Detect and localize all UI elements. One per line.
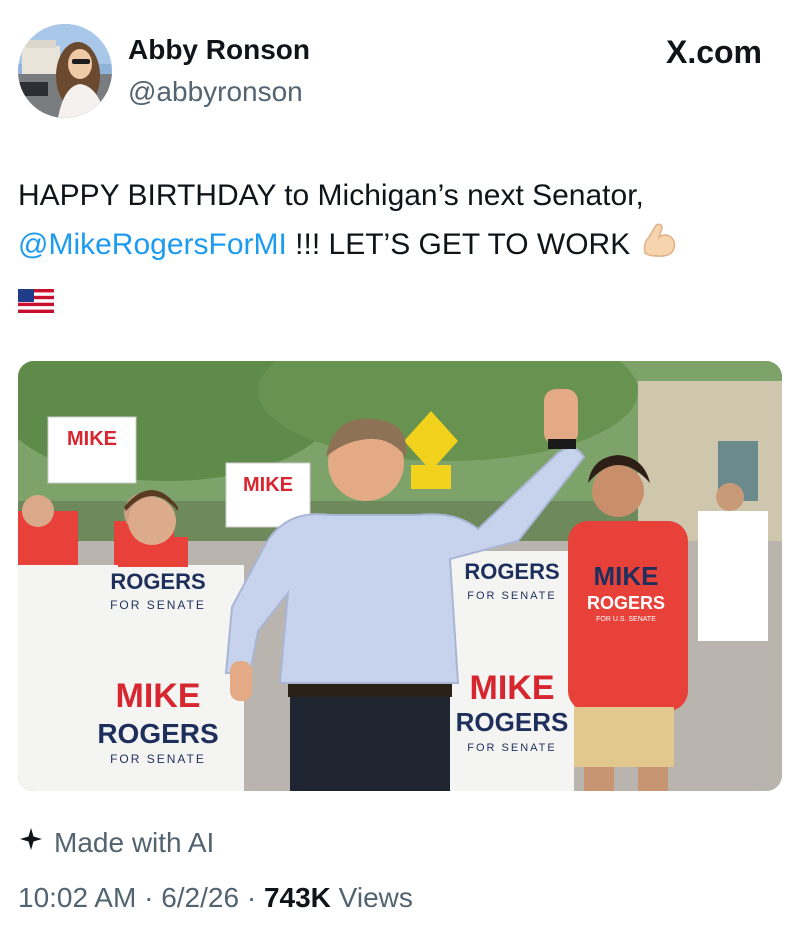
banner-left-rogers-2: ROGERS — [97, 718, 218, 749]
banner-left-for-senate-2: FOR SENATE — [110, 752, 206, 766]
tweet-text-part2: !!! LET’S GET TO WORK — [286, 227, 639, 261]
tweet-meta: 10:02 AM · 6/2/26 · 743K Views — [18, 882, 413, 914]
tweet-text-part1: HAPPY BIRTHDAY to Michigan’s next Senato… — [18, 179, 644, 212]
tweet-date[interactable]: 6/2/26 — [161, 882, 239, 913]
banner-left-for-senate: FOR SENATE — [110, 598, 206, 612]
banner-right-for-senate-2: FOR SENATE — [467, 742, 556, 754]
shirt-mike: MIKE — [594, 561, 659, 591]
bg-sign-mike-1: MIKE — [67, 428, 117, 450]
ai-label[interactable]: Made with AI — [18, 826, 214, 859]
site-logo: X.com — [665, 34, 762, 70]
avatar[interactable] — [18, 24, 112, 118]
shirt-for-us-senate: FOR U.S. SENATE — [596, 616, 656, 623]
shirt-rogers: ROGERS — [587, 593, 665, 613]
banner-left-mike: MIKE — [116, 677, 201, 715]
banner-right-mike: MIKE — [470, 669, 555, 707]
ai-label-text: Made with AI — [54, 826, 215, 858]
sparkle-icon — [18, 826, 44, 859]
banner-left-rogers: ROGERS — [110, 569, 205, 594]
tweet-text: HAPPY BIRTHDAY to Michigan’s next Senato… — [18, 173, 788, 327]
views-count: 743K — [263, 882, 331, 913]
mention-link[interactable]: @MikeRogersForMI — [18, 228, 287, 261]
banner-right-rogers: ROGERS — [464, 559, 559, 584]
us-flag-icon — [18, 281, 788, 327]
author-handle[interactable]: @abbyronson — [128, 76, 303, 108]
tweet-time[interactable]: 10:02 AM — [18, 882, 136, 913]
bg-sign-mike-2: MIKE — [243, 474, 293, 496]
flexed-biceps-icon — [639, 219, 679, 273]
separator-1: · — [144, 882, 154, 913]
views-label: Views — [338, 882, 413, 913]
banner-right-for-senate: FOR SENATE — [467, 590, 556, 602]
banner-right-rogers-2: ROGERS — [456, 707, 569, 737]
separator-2: · — [246, 882, 257, 913]
author-display-name[interactable]: Abby Ronson — [128, 34, 310, 66]
tweet-photo[interactable]: MIKE MIKE ROGERS FOR SENATE MIKE ROGERS … — [18, 361, 782, 791]
